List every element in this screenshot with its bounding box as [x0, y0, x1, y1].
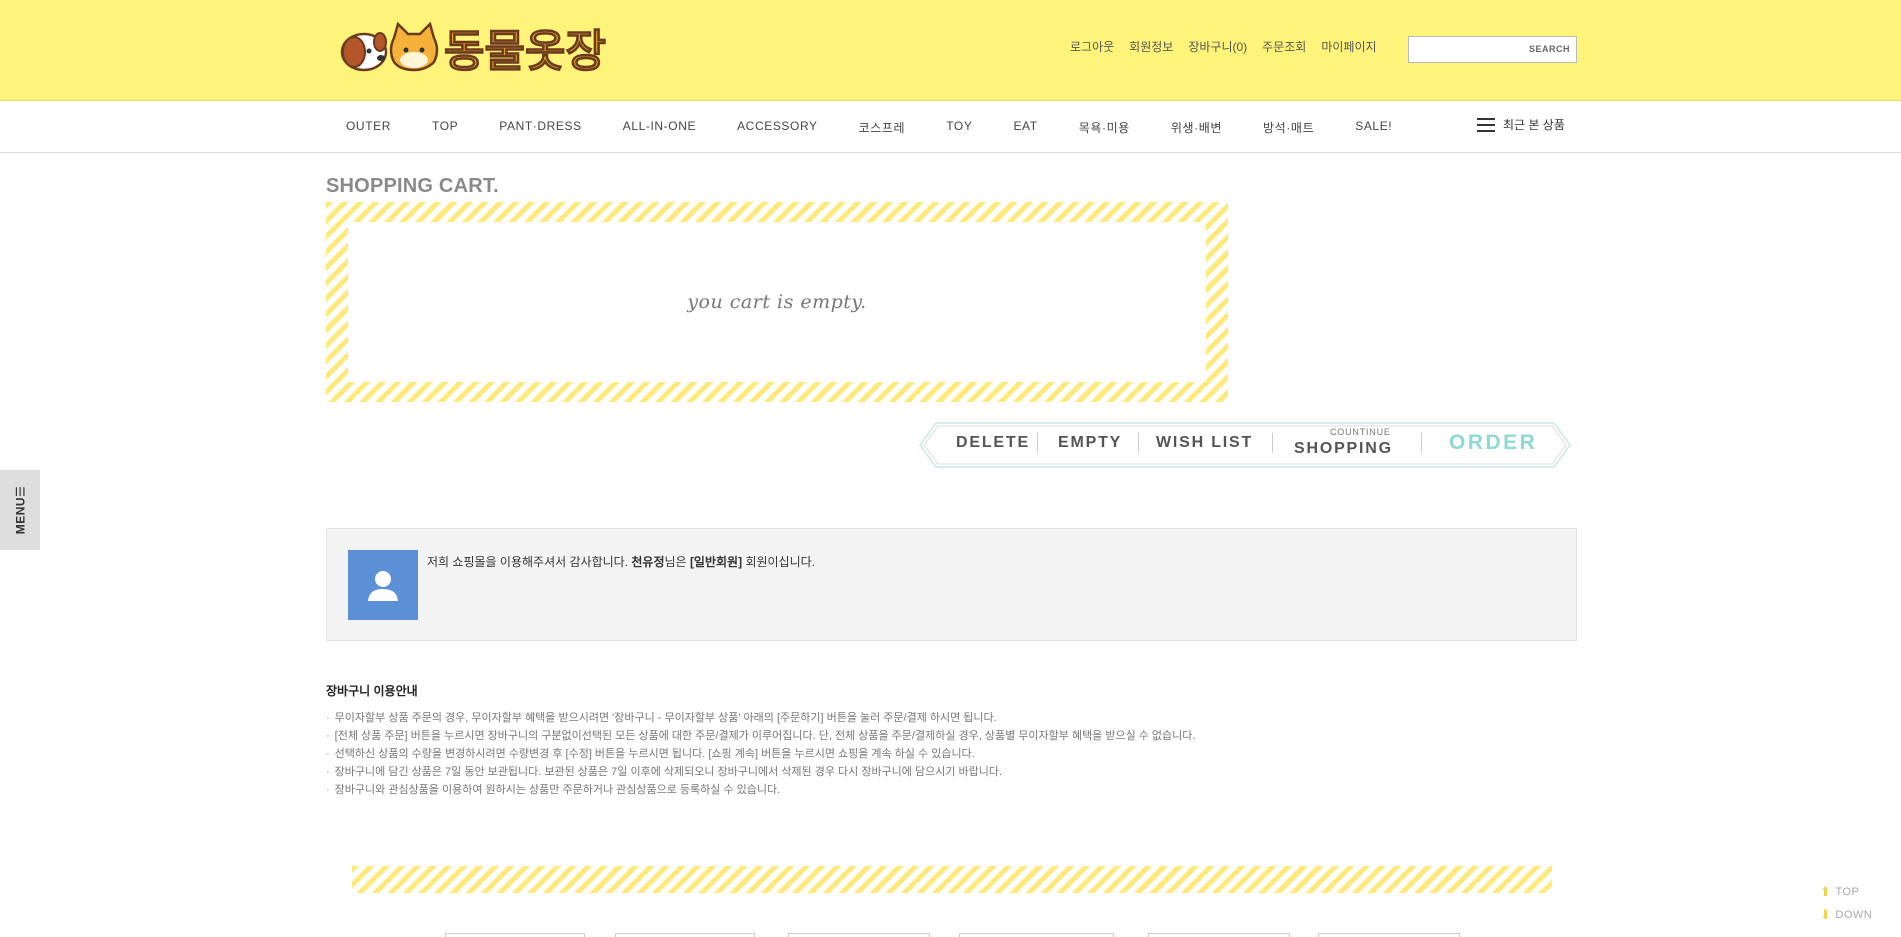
main-nav: OUTER TOP PANT·DRESS ALL-IN-ONE ACCESSOR… [0, 101, 1901, 153]
nav-item-hygiene[interactable]: 위생·배변 [1171, 119, 1222, 136]
cart-actions: DELETE EMPTY WISH LIST COUNTINUE SHOPPIN… [918, 420, 1572, 470]
cart-guide-list: 무이자할부 상품 주문의 경우, 무이자할부 혜택을 받으시려면 '장바구니 -… [326, 709, 1196, 799]
cart-guide-title: 장바구니 이용안내 [326, 684, 418, 698]
user-icon [368, 571, 398, 601]
nav-item-eat[interactable]: EAT [1013, 119, 1037, 136]
continue-shopping-button[interactable]: SHOPPING [1294, 440, 1393, 458]
arrow-up-icon: ⬆ [1820, 884, 1832, 899]
footer-box [445, 933, 585, 937]
side-menu-tab[interactable]: MENU☰ [0, 470, 40, 550]
cat-logo-icon [389, 21, 439, 72]
hamburger-icon [1477, 117, 1495, 132]
guide-item: 선택하신 상품의 수량을 변경하시려면 수량변경 후 [수정] 버튼을 누르시면… [326, 745, 1195, 763]
header-bar: 동물옷장 로그아웃 회원정보 장바구니(0) 주문조회 마이페이지 SEARCH [0, 0, 1901, 101]
nav-item-toy[interactable]: TOY [946, 119, 972, 136]
continue-small-label: COUNTINUE [1330, 427, 1391, 437]
search-button[interactable]: SEARCH [1529, 44, 1570, 54]
nav-item-sale[interactable]: SALE! [1355, 119, 1392, 136]
search-input[interactable] [1409, 37, 1524, 62]
cart-box: you cart is empty. [326, 202, 1228, 402]
guide-item: 장바구니에 담긴 상품은 7일 동안 보관됩니다. 보관된 상품은 7일 이후에… [326, 763, 1195, 781]
top-links: 로그아웃 회원정보 장바구니(0) 주문조회 마이페이지 [1070, 38, 1377, 55]
empty-cart-message: you cart is empty. [687, 291, 867, 313]
search-box: SEARCH [1408, 36, 1577, 63]
order-lookup-link[interactable]: 주문조회 [1262, 38, 1306, 55]
guide-item: [전체 상품 주문] 버튼을 누르시면 장바구니의 구분없이선택된 모든 상품에… [326, 727, 1196, 745]
nav-item-cosplay[interactable]: 코스프레 [859, 119, 906, 136]
arrow-down-icon: ⬇ [1820, 907, 1832, 922]
footer-box [615, 933, 755, 937]
footer-stripe [352, 866, 1552, 893]
side-menu-label: MENU☰ [13, 485, 27, 535]
nav-item-accessory[interactable]: ACCESSORY [737, 119, 818, 136]
recent-products-button[interactable]: 최근 본 상품 [1477, 116, 1565, 133]
footer-box [788, 933, 930, 937]
footer-box [959, 933, 1114, 937]
svg-text:동물옷장: 동물옷장 [444, 26, 606, 77]
scroll-down-button[interactable]: ⬇ DOWN [1820, 907, 1872, 923]
nav-item-outer[interactable]: OUTER [346, 119, 391, 136]
nav-item-cushion-mat[interactable]: 방석·매트 [1263, 119, 1314, 136]
member-info-link[interactable]: 회원정보 [1129, 38, 1173, 55]
scroll-top-button[interactable]: ⬆ TOP [1820, 884, 1859, 900]
guide-item: 장바구니와 관심상품을 이용하여 원하시는 상품만 주문하거나 관심상품으로 등… [326, 781, 1195, 799]
guide-item: 무이자할부 상품 주문의 경우, 무이자할부 혜택을 받으시려면 '장바구니 -… [326, 709, 1195, 727]
avatar [348, 550, 418, 620]
nav-item-top[interactable]: TOP [432, 119, 458, 136]
wishlist-button[interactable]: WISH LIST [1156, 434, 1253, 452]
mypage-link[interactable]: 마이페이지 [1321, 38, 1376, 55]
logout-link[interactable]: 로그아웃 [1070, 38, 1114, 55]
site-logo[interactable]: 동물옷장 [336, 16, 616, 86]
member-grade: [일반회원] [689, 555, 743, 569]
recent-products-label: 최근 본 상품 [1503, 118, 1565, 132]
footer-box [1318, 933, 1460, 937]
dog-logo-icon [340, 32, 388, 72]
member-info-box: 저희 쇼핑몰을 이용해주셔서 감사합니다. 천유정님은 [일반회원] 회원이십니… [326, 528, 1577, 641]
order-button[interactable]: ORDER [1449, 431, 1537, 455]
member-name: 천유정 [631, 555, 665, 569]
footer-box [1148, 933, 1290, 937]
page-title: SHOPPING CART. [326, 175, 499, 197]
nav-item-bath-beauty[interactable]: 목욕·미용 [1079, 119, 1130, 136]
empty-button[interactable]: EMPTY [1058, 434, 1122, 452]
delete-button[interactable]: DELETE [956, 434, 1030, 452]
nav-item-pant-dress[interactable]: PANT·DRESS [499, 119, 581, 136]
cart-link[interactable]: 장바구니(0) [1188, 38, 1247, 55]
nav-item-all-in-one[interactable]: ALL-IN-ONE [623, 119, 696, 136]
member-greeting: 저희 쇼핑몰을 이용해주셔서 감사합니다. 천유정님은 [일반회원] 회원이십니… [427, 555, 816, 569]
